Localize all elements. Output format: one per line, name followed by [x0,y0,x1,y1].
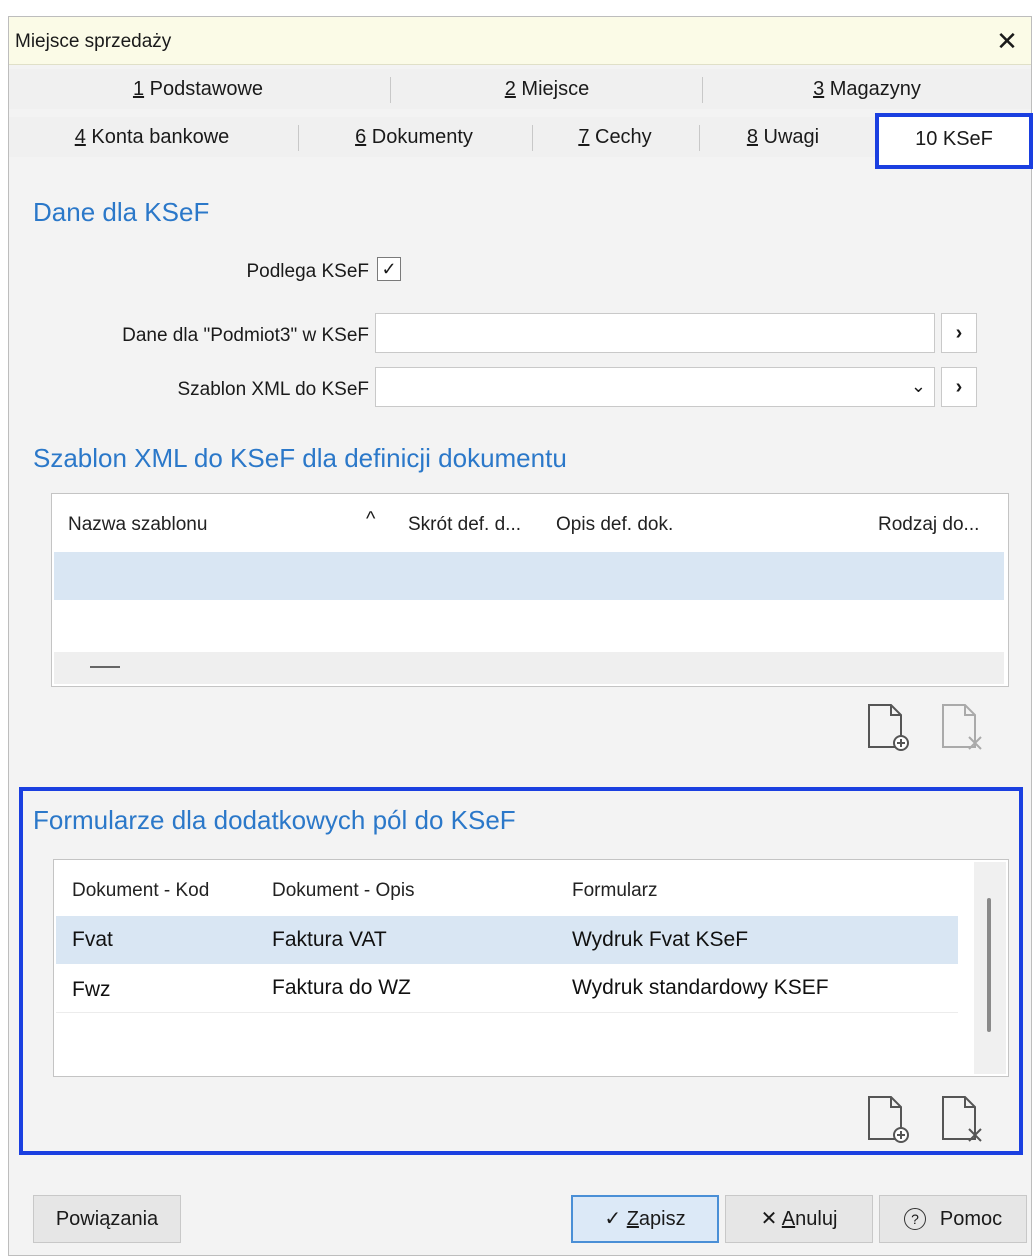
col-skrot[interactable]: Skrót def. d... [408,514,521,536]
section-title-szablon: Szablon XML do KSeF dla definicji dokume… [33,443,567,473]
selected-empty-row[interactable] [54,552,1004,600]
cell-opis: Faktura do WZ [272,976,411,999]
powiazania-button[interactable]: Powiązania [33,1195,181,1243]
add-document-icon [868,1096,909,1143]
cancel-button[interactable]: ✕ Anuluj [725,1195,873,1243]
cell-opis: Faktura VAT [272,928,387,951]
section-title-formularze: Formularze dla dodatkowych pól do KSeF [33,805,516,835]
x-icon: ✕ [760,1208,778,1230]
forms-grid: Dokument - Kod Dokument - Opis Formularz… [53,859,1009,1077]
title-bar: Miejsce sprzedaży ✕ [9,17,1031,65]
table-row[interactable]: Fvat Faktura VAT Wydruk Fvat KSeF [56,916,958,964]
grid-footer [54,652,1004,684]
scrollbar-thumb[interactable] [987,898,991,1032]
help-icon: ? [904,1208,926,1230]
add-template-button[interactable] [861,701,913,753]
tab-uwagi[interactable]: 8 Uwagi [699,117,867,157]
template-grid: Nazwa szablonu ^ Skrót def. d... Opis de… [51,493,1009,687]
col-formularz[interactable]: Formularz [572,880,658,902]
tab-konta-bankowe[interactable]: 4 Konta bankowe [9,117,295,157]
add-document-icon [868,704,909,751]
dialog-window: Miejsce sprzedaży ✕ 1 Podstawowe 2 Miejs… [8,16,1033,1256]
tab-magazyny[interactable]: 3 Magazyny [703,69,1031,109]
chevron-down-icon: ⌄ [910,376,926,396]
table-row[interactable]: Fwz Faktura do WZ Wydruk standardowy KSE… [56,964,958,1013]
cell-formularz: Wydruk Fvat KSeF [572,928,749,951]
podlega-checkbox[interactable]: ✓ [377,257,401,281]
tab-row-2: 4 Konta bankowe 6 Dokumenty 7 Cechy 8 Uw… [9,113,1033,169]
cell-formularz: Wydruk standardowy KSEF [572,976,829,999]
tab-ksef[interactable]: 10 KSeF [875,113,1033,169]
vertical-scrollbar[interactable] [974,862,1006,1074]
szablon-label: Szablon XML do KSeF [177,379,369,400]
delete-document-icon [942,1096,982,1142]
podmiot3-field[interactable] [375,313,935,353]
tab-miejsce[interactable]: 2 Miejsce [392,69,702,109]
remove-form-button[interactable] [935,1093,987,1145]
cell-kod: Fvat [72,928,113,951]
chevron-right-icon: › [955,322,963,344]
chevron-right-icon: › [955,376,963,398]
remove-template-button[interactable] [935,701,987,753]
cell-kod: Fwz [72,978,111,1001]
sort-asc-icon: ^ [366,508,376,530]
save-button[interactable]: ✓ Zapisz [571,1195,719,1243]
col-nazwa-szablonu[interactable]: Nazwa szablonu [68,514,207,536]
window-title: Miejsce sprzedaży [15,31,172,52]
szablon-select-button[interactable]: › [941,367,977,407]
podmiot3-label: Dane dla "Podmiot3" w KSeF [122,325,369,346]
tab-row-1: 1 Podstawowe 2 Miejsce 3 Magazyny [9,69,1031,109]
col-rodzaj[interactable]: Rodzaj do... [878,514,979,536]
tab-cechy[interactable]: 7 Cechy [533,117,697,157]
close-icon: ✕ [996,26,1018,56]
col-dokument-opis[interactable]: Dokument - Opis [272,880,415,902]
podlega-label: Podlega KSeF [246,261,369,282]
szablon-dropdown[interactable]: ⌄ [375,367,935,407]
add-form-button[interactable] [861,1093,913,1145]
close-button[interactable]: ✕ [989,23,1025,59]
check-icon: ✓ [604,1208,622,1230]
tab-dokumenty[interactable]: 6 Dokumenty [299,117,529,157]
checkmark-icon: ✓ [381,259,397,279]
help-button[interactable]: ? Pomoc [879,1195,1027,1243]
section-title-dane: Dane dla KSeF [33,197,210,227]
col-dokument-kod[interactable]: Dokument - Kod [72,880,209,902]
podmiot3-select-button[interactable]: › [941,313,977,353]
content-panel: Dane dla KSeF Podlega KSeF ✓ Dane dla "P… [9,169,1031,1255]
tab-podstawowe[interactable]: 1 Podstawowe [9,69,387,109]
delete-document-icon [942,704,982,750]
col-opis[interactable]: Opis def. dok. [556,514,673,536]
